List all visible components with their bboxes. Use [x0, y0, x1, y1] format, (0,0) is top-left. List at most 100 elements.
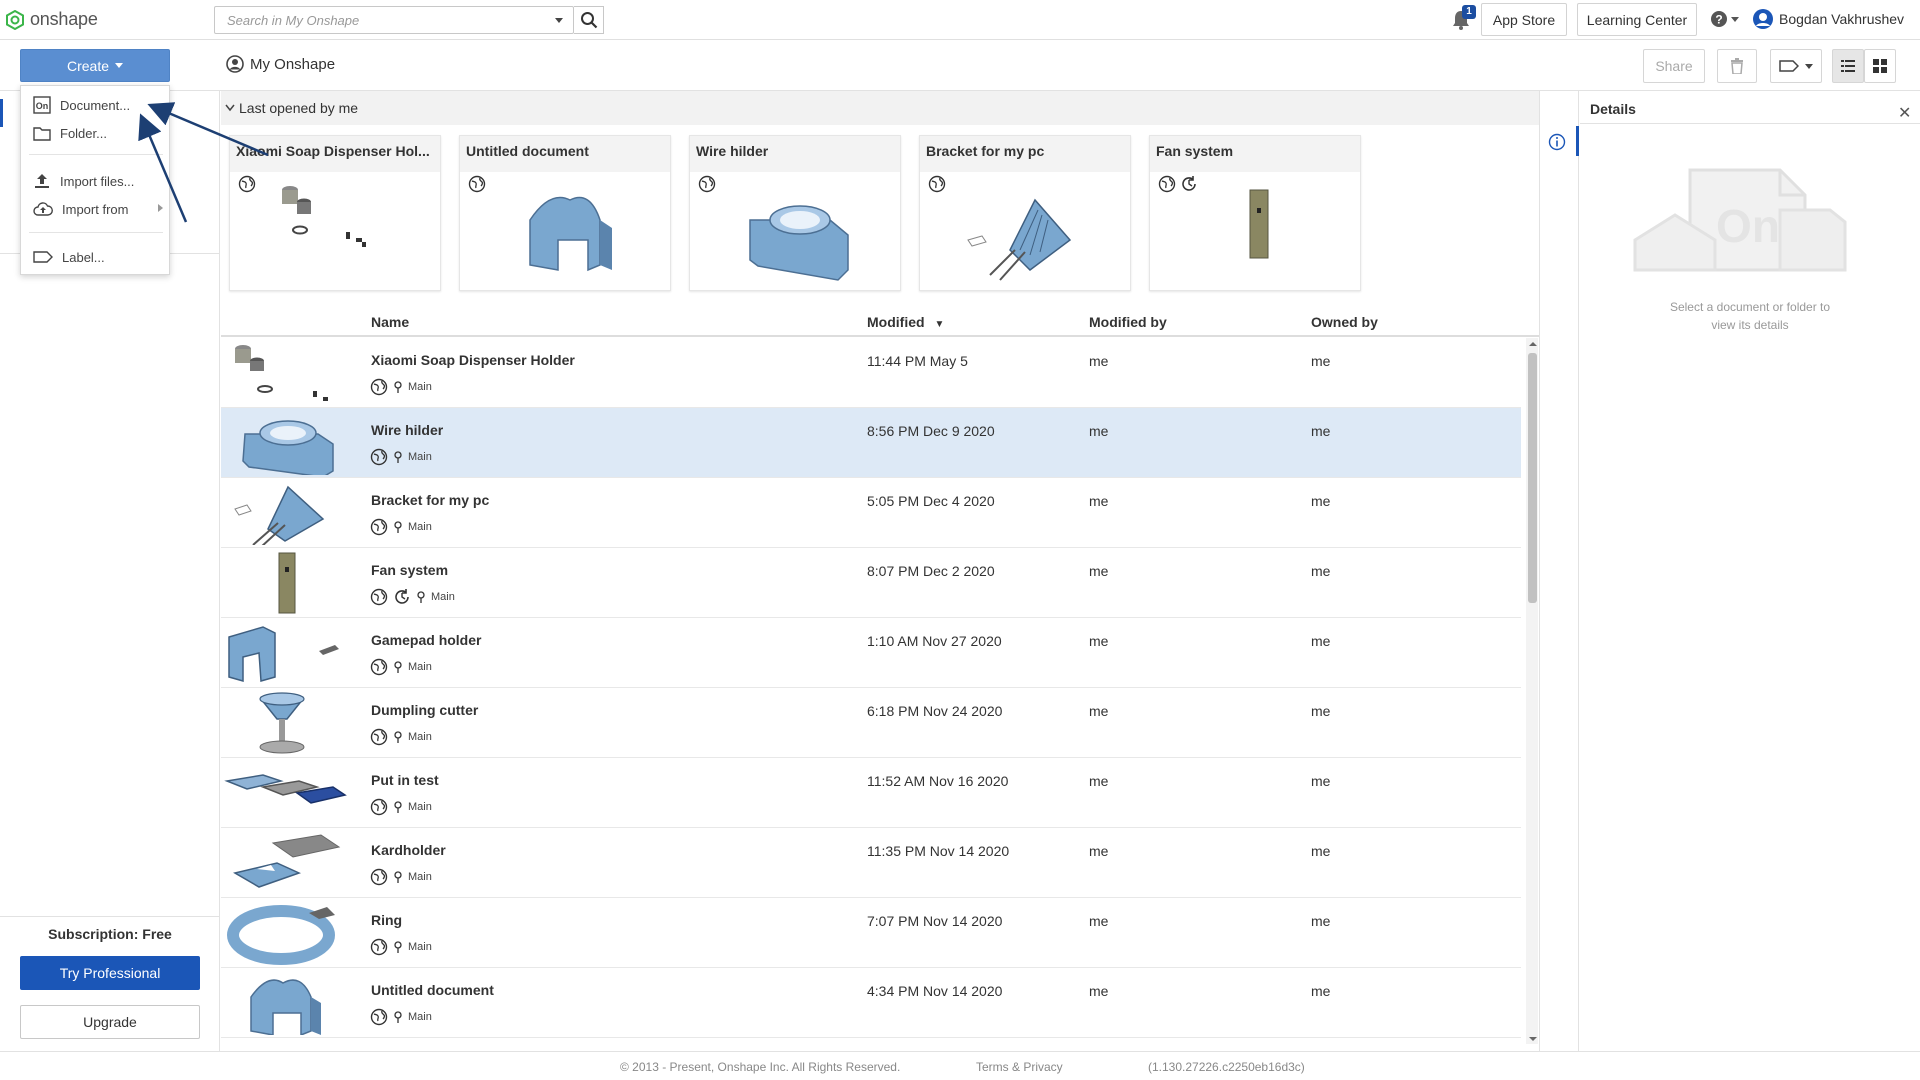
document-name[interactable]: Put in test — [371, 772, 439, 788]
create-button-label: Create — [66, 57, 110, 74]
footer-copyright: © 2013 - Present, Onshape Inc. All Right… — [620, 1060, 901, 1074]
globe-icon — [1158, 175, 1176, 193]
table-row[interactable]: Untitled document Main 4:34 PM Nov 14 2020… — [221, 968, 1521, 1038]
table-row[interactable]: Xiaomi Soap Dispenser Holder Main 11:44 PM… — [221, 338, 1521, 408]
recent-section-header[interactable]: Last opened by me — [221, 91, 1539, 125]
document-name[interactable]: Wire hilder — [371, 422, 443, 438]
document-thumbnail — [282, 186, 366, 247]
card-title: Untitled document — [460, 136, 670, 172]
documents-table-header: Name Modified ▼ Modified by Owned by — [221, 305, 1539, 337]
search-button[interactable] — [574, 6, 604, 34]
menu-item-import-from[interactable]: Import from — [21, 196, 169, 222]
branch-name: Main — [408, 801, 432, 813]
onshape-logo[interactable]: onshape — [6, 9, 98, 30]
modified-by: me — [1089, 983, 1109, 999]
document-meta: Main — [370, 1008, 432, 1026]
modified-by: me — [1089, 493, 1109, 509]
document-name[interactable]: Fan system — [371, 562, 448, 578]
document-name[interactable]: Dumpling cutter — [371, 702, 478, 718]
try-professional-button[interactable]: Try Professional — [20, 956, 200, 990]
delete-button[interactable] — [1717, 49, 1757, 83]
card-icons — [238, 175, 256, 193]
table-row[interactable]: Fan system Main 8:07 PM Dec 2 2020 me me — [221, 548, 1521, 618]
sidebar-active-indicator — [0, 99, 3, 127]
document-name[interactable]: Bracket for my pc — [371, 492, 489, 508]
document-name[interactable]: Ring — [371, 912, 402, 928]
column-header-owned-by[interactable]: Owned by — [1311, 314, 1378, 330]
document-name[interactable]: Kardholder — [371, 842, 446, 858]
globe-icon — [370, 1008, 388, 1026]
document-meta: Main — [370, 938, 432, 956]
table-row[interactable]: Dumpling cutter Main 6:18 PM Nov 24 2020 me… — [221, 688, 1521, 758]
table-row[interactable]: Kardholder Main 11:35 PM Nov 14 2020 me me — [221, 828, 1521, 898]
document-name[interactable]: Xiaomi Soap Dispenser Holder — [371, 352, 575, 368]
search-input[interactable] — [215, 7, 545, 33]
user-menu[interactable]: Bogdan Vakhrushev — [1752, 8, 1904, 30]
history-icon — [395, 589, 409, 604]
menu-item-label[interactable]: Label... — [21, 244, 169, 270]
card-title: Bracket for my pc — [920, 136, 1130, 172]
menu-item-import-files[interactable]: Import files... — [21, 168, 169, 194]
document-thumbnail — [242, 420, 334, 475]
label-icon — [33, 251, 53, 263]
menu-divider — [29, 154, 163, 155]
table-row[interactable]: Wire hilder Main 8:56 PM Dec 9 2020 me me — [221, 408, 1521, 478]
menu-item-document[interactable]: On Document... — [21, 92, 169, 118]
info-icon[interactable] — [1548, 133, 1566, 151]
globe-icon — [468, 175, 486, 193]
document-thumbnail — [228, 626, 339, 682]
modified-by: me — [1089, 843, 1109, 859]
owned-by: me — [1311, 773, 1331, 789]
breadcrumb[interactable]: My Onshape — [226, 55, 335, 73]
globe-icon — [370, 938, 388, 956]
recent-card[interactable]: Untitled document — [459, 135, 671, 291]
app-store-button[interactable]: App Store — [1481, 3, 1567, 36]
recent-card[interactable]: Bracket for my pc — [919, 135, 1131, 291]
globe-icon — [370, 518, 388, 536]
branch-pin-icon — [394, 1011, 402, 1023]
documents-panel: Last opened by me Xiaomi Soap Dispenser … — [221, 91, 1539, 1051]
help-menu[interactable]: ? — [1710, 10, 1739, 28]
column-header-modified-by[interactable]: Modified by — [1089, 314, 1167, 330]
table-row[interactable]: Gamepad holder Main 1:10 AM Nov 27 2020 me m… — [221, 618, 1521, 688]
search-filter-dropdown-icon[interactable] — [555, 18, 563, 23]
branch-name: Main — [408, 731, 432, 743]
column-header-modified[interactable]: Modified ▼ — [867, 314, 944, 330]
menu-item-folder[interactable]: Folder... — [21, 120, 169, 146]
label-dropdown-button[interactable] — [1770, 49, 1822, 83]
grid-view-button[interactable] — [1864, 49, 1896, 83]
recent-card[interactable]: Xiaomi Soap Dispenser Hol... — [229, 135, 441, 291]
globe-icon — [370, 728, 388, 746]
scroll-down-icon[interactable] — [1528, 1035, 1538, 1043]
table-scrollbar-thumb[interactable] — [1528, 353, 1537, 603]
my-onshape-user-icon — [226, 55, 244, 73]
column-header-name[interactable]: Name — [371, 314, 409, 330]
document-name[interactable]: Untitled document — [371, 982, 494, 998]
subscription-label: Subscription: Free — [48, 926, 172, 942]
upgrade-button[interactable]: Upgrade — [20, 1005, 200, 1039]
table-row[interactable]: Put in test Main 11:52 AM Nov 16 2020 me me — [221, 758, 1521, 828]
document-name[interactable]: Gamepad holder — [371, 632, 481, 648]
trash-icon — [1731, 58, 1743, 74]
chevron-down-icon — [225, 104, 235, 112]
footer-terms-link[interactable]: Terms & Privacy — [976, 1060, 1063, 1074]
learning-center-button[interactable]: Learning Center — [1577, 3, 1697, 36]
recent-card[interactable]: Wire hilder — [689, 135, 901, 291]
list-view-button[interactable] — [1832, 49, 1864, 83]
table-row[interactable]: Bracket for my pc Main 5:05 PM Dec 4 2020 m… — [221, 478, 1521, 548]
recent-card[interactable]: Fan system — [1149, 135, 1361, 291]
menu-item-label: Label... — [62, 249, 105, 265]
modified-date: 7:07 PM Nov 14 2020 — [867, 913, 1003, 929]
menu-item-label: Folder... — [60, 125, 107, 141]
create-button[interactable]: Create — [20, 49, 170, 82]
share-button[interactable]: Share — [1643, 49, 1705, 83]
owned-by: me — [1311, 633, 1331, 649]
globe-icon — [928, 175, 946, 193]
table-row[interactable]: Ring Main 7:07 PM Nov 14 2020 me me — [221, 898, 1521, 968]
modified-date: 8:07 PM Dec 2 2020 — [867, 563, 995, 579]
branch-name: Main — [408, 381, 432, 393]
scroll-up-icon[interactable] — [1528, 340, 1538, 348]
owned-by: me — [1311, 353, 1331, 369]
close-icon[interactable]: ✕ — [1898, 103, 1911, 123]
notification-count-badge: 1 — [1462, 5, 1476, 19]
